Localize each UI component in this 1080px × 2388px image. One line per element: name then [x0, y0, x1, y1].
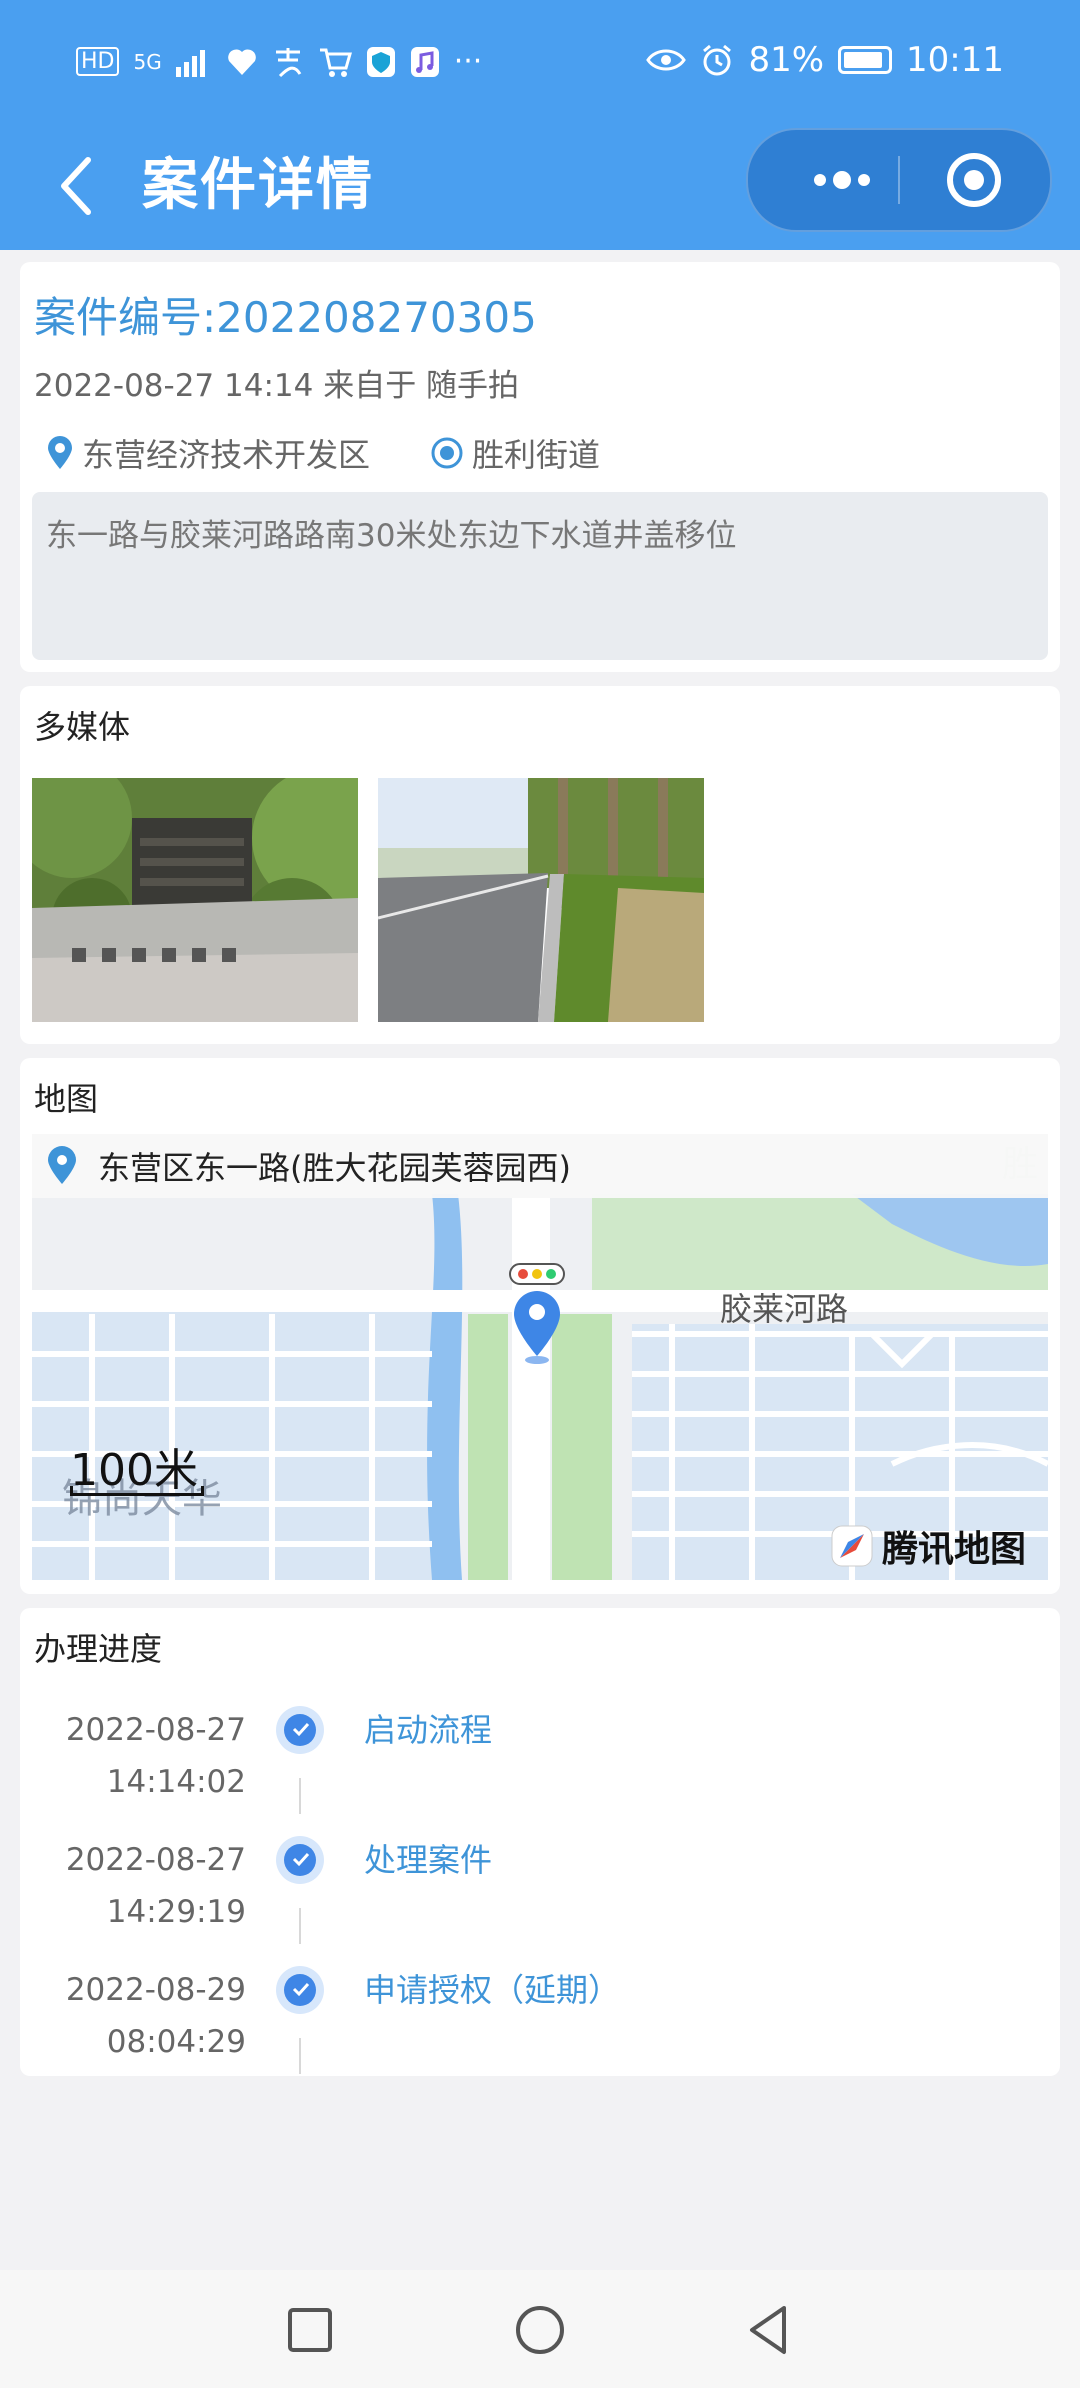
- location-target-icon: [431, 437, 463, 469]
- hd-indicator: HD: [76, 47, 120, 76]
- map-pin-icon: [48, 1146, 76, 1184]
- page-title: 案件详情: [142, 153, 374, 218]
- more-menu-icon[interactable]: [792, 130, 892, 230]
- status-bar: HD 5G ··· 81% 10:11: [0, 0, 1080, 128]
- map-brand-label: 腾讯地图: [881, 1529, 1026, 1570]
- step-time: 08:04:29: [106, 2024, 246, 2060]
- tencent-map-logo: 腾讯地图: [830, 1520, 1026, 1572]
- manhole-photo[interactable]: [32, 778, 358, 1022]
- alipay-icon: [275, 47, 302, 77]
- road-label: 胶莱河路: [720, 1290, 849, 1328]
- music-icon: [410, 46, 439, 77]
- timeline-datetime: 2022-08-29 08:04:29: [66, 1964, 246, 2068]
- step-time: 14:29:19: [106, 1894, 246, 1930]
- clock: 10:11: [906, 40, 1004, 80]
- close-miniapp-icon[interactable]: [944, 150, 1004, 210]
- map-card: 地图 锦尚天华 胜: [20, 1058, 1060, 1594]
- step-label: 申请授权（延期）: [364, 1971, 621, 2009]
- nav-bar: 案件详情: [0, 128, 1080, 250]
- back-icon[interactable]: [740, 2300, 800, 2360]
- system-nav-bar: [0, 2270, 1080, 2388]
- health-icon: [227, 49, 256, 75]
- timeline-connector: [299, 2038, 301, 2074]
- location-row: 东营经济技术开发区 胜利街道: [46, 430, 660, 476]
- shield-icon: [366, 46, 395, 77]
- step-date: 2022-08-29: [65, 1972, 246, 2008]
- street-label: 胜利街道: [472, 436, 601, 474]
- timeline-connector: [299, 1778, 301, 1814]
- map-address: 东营区东一路(胜大花园芙蓉园西): [98, 1149, 571, 1187]
- step-date: 2022-08-27: [65, 1712, 246, 1748]
- timeline-datetime: 2022-08-27 14:14:02: [66, 1704, 246, 1808]
- step-label: 启动流程: [364, 1711, 493, 1749]
- case-meta: 2022-08-27 14:14 来自于 随手拍: [34, 368, 520, 404]
- media-title: 多媒体: [34, 708, 131, 746]
- alarm-icon: [703, 44, 732, 76]
- step-time: 14:14:02: [106, 1764, 246, 1800]
- street-tag: 胜利街道: [430, 430, 600, 476]
- case-card: 案件编号:202208270305 2022-08-27 14:14 来自于 随…: [20, 262, 1060, 672]
- progress-card: 办理进度 2022-08-27 14:14:02 启动流程 2022-08-27…: [20, 1608, 1060, 2076]
- check-icon: [292, 1852, 310, 1867]
- progress-title: 办理进度: [34, 1630, 163, 1668]
- map-title: 地图: [34, 1080, 99, 1118]
- recent-apps-icon[interactable]: [280, 2300, 340, 2360]
- map-scale-bar: [70, 1486, 204, 1496]
- map-pin-icon: [48, 436, 72, 469]
- check-icon: [292, 1982, 310, 1997]
- compass-icon: [831, 1525, 873, 1567]
- network-5g: 5G: [133, 49, 162, 74]
- timeline-connector: [299, 1908, 301, 1944]
- battery-percent: 81%: [748, 40, 825, 80]
- road-photo[interactable]: [378, 778, 704, 1022]
- media-card: 多媒体: [20, 686, 1060, 1044]
- map-canvas: 锦尚天华 胜: [32, 1134, 1048, 1580]
- map-view[interactable]: 锦尚天华 胜 东营区东一路(胜大花园芙蓉园西) 胶莱河路 100米 腾讯地图: [32, 1134, 1048, 1580]
- eye-icon: [646, 49, 687, 71]
- map-address-bar: 东营区东一路(胜大花园芙蓉园西): [32, 1134, 1048, 1198]
- case-description: 东一路与胶莱河路路南30米处东边下水道井盖移位: [46, 518, 737, 554]
- miniapp-capsule: [746, 128, 1052, 232]
- back-arrow-icon[interactable]: [48, 146, 108, 226]
- status-right: 81% 10:11: [646, 40, 1004, 80]
- check-icon: [292, 1722, 310, 1737]
- district-tag: 东营经济技术开发区: [46, 430, 370, 476]
- timeline-step: 2022-08-27 14:29:19 处理案件: [20, 1834, 1060, 1964]
- battery-icon: [838, 46, 893, 74]
- description-box: 东一路与胶莱河路路南30米处东边下水道井盖移位: [32, 492, 1048, 660]
- case-number: 案件编号:202208270305: [34, 293, 537, 342]
- signal-icon: [175, 49, 205, 77]
- district-label: 东营经济技术开发区: [82, 436, 371, 474]
- step-date: 2022-08-27: [65, 1842, 246, 1878]
- status-left: HD 5G ···: [76, 44, 482, 79]
- cart-icon: [319, 48, 352, 77]
- step-label: 处理案件: [364, 1841, 493, 1879]
- capsule-divider: [898, 156, 900, 204]
- timeline-step: 2022-08-27 14:14:02 启动流程: [20, 1704, 1060, 1834]
- timeline-step: 2022-08-29 08:04:29 申请授权（延期）: [20, 1964, 1060, 2094]
- more-notifications-icon: ···: [453, 44, 483, 79]
- timeline-datetime: 2022-08-27 14:29:19: [66, 1834, 246, 1938]
- home-icon[interactable]: [510, 2300, 570, 2360]
